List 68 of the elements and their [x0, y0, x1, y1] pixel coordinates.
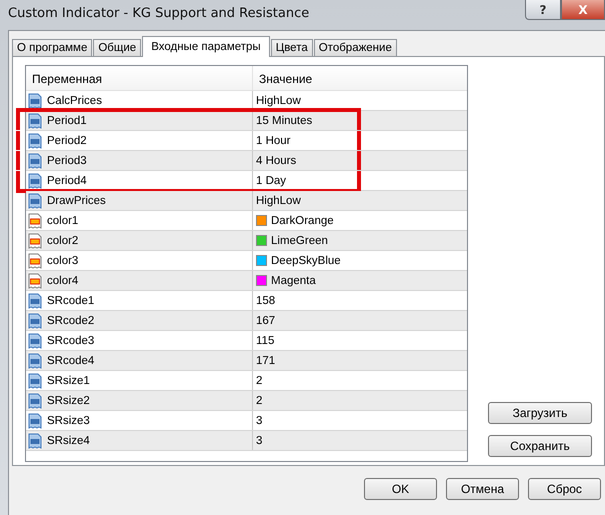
- parameter-value[interactable]: 4 Hours: [256, 154, 296, 166]
- parameter-value[interactable]: 115: [256, 334, 274, 346]
- number-parameter-icon: [28, 172, 42, 188]
- number-parameter-icon: [28, 332, 42, 348]
- side-button[interactable]: Сохранить: [488, 435, 592, 457]
- color-parameter-icon: [28, 252, 42, 268]
- parameter-name: Period1: [47, 114, 87, 126]
- tab[interactable]: Отображение: [314, 39, 397, 56]
- parameter-value[interactable]: 2: [256, 394, 262, 406]
- parameter-name: color2: [47, 234, 78, 246]
- dialog-button[interactable]: Сброс: [528, 478, 601, 500]
- parameter-value[interactable]: 167: [256, 314, 276, 326]
- number-parameter-icon: [28, 372, 42, 388]
- parameter-value[interactable]: DeepSkyBlue: [271, 254, 341, 266]
- parameter-name: SRsize4: [47, 434, 90, 446]
- number-parameter-icon: [28, 352, 42, 368]
- color-parameter-icon: [28, 272, 42, 288]
- parameter-name: Period4: [47, 174, 87, 186]
- number-parameter-icon: [28, 192, 42, 208]
- tab[interactable]: Входные параметры: [142, 36, 270, 57]
- parameter-name: DrawPrices: [47, 194, 106, 206]
- parameter-value[interactable]: 2: [256, 374, 262, 386]
- parameter-value[interactable]: 171: [256, 354, 276, 366]
- number-parameter-icon: [28, 92, 42, 108]
- parameter-name: SRsize2: [47, 394, 90, 406]
- dialog-button[interactable]: Отмена: [446, 478, 519, 500]
- parameter-value[interactable]: 3: [256, 434, 262, 446]
- parameter-name: SRcode1: [47, 294, 94, 306]
- number-parameter-icon: [28, 292, 42, 308]
- tab[interactable]: Цвета: [270, 39, 313, 56]
- help-button[interactable]: ?: [525, 0, 561, 20]
- parameter-name: CalcPrices: [47, 94, 102, 106]
- parameter-value[interactable]: LimeGreen: [271, 234, 328, 246]
- parameter-name: SRsize3: [47, 414, 90, 426]
- parameter-value[interactable]: HighLow: [256, 194, 301, 206]
- side-button[interactable]: Загрузить: [488, 402, 592, 424]
- parameter-value[interactable]: 158: [256, 294, 276, 306]
- parameter-name: SRsize1: [47, 374, 90, 386]
- number-parameter-icon: [28, 312, 42, 328]
- parameter-name: color4: [47, 274, 78, 286]
- parameter-value[interactable]: 3: [256, 414, 262, 426]
- parameter-name: color1: [47, 214, 78, 226]
- parameter-value[interactable]: Magenta: [271, 274, 316, 286]
- parameter-name: Period2: [47, 134, 87, 146]
- dialog-button[interactable]: OK: [364, 478, 437, 500]
- column-header[interactable]: Переменная: [26, 66, 253, 90]
- parameter-value[interactable]: 1 Day: [256, 174, 286, 186]
- parameter-name: SRcode4: [47, 354, 94, 366]
- parameter-name: SRcode2: [47, 314, 94, 326]
- parameter-name: Period3: [47, 154, 87, 166]
- parameter-name: SRcode3: [47, 334, 94, 346]
- number-parameter-icon: [28, 412, 42, 428]
- parameter-value[interactable]: HighLow: [256, 94, 301, 106]
- tab[interactable]: Общие: [93, 39, 142, 56]
- number-parameter-icon: [28, 392, 42, 408]
- color-parameter-icon: [28, 232, 42, 248]
- parameter-name: color3: [47, 254, 78, 266]
- parameter-value[interactable]: 15 Minutes: [256, 114, 312, 126]
- tab[interactable]: О программе: [12, 39, 92, 56]
- number-parameter-icon: [28, 132, 42, 148]
- number-parameter-icon: [28, 152, 42, 168]
- parameter-value[interactable]: 1 Hour: [256, 134, 291, 146]
- parameter-value[interactable]: DarkOrange: [271, 214, 334, 226]
- number-parameter-icon: [28, 112, 42, 128]
- color-parameter-icon: [28, 212, 42, 228]
- column-header[interactable]: Значение: [253, 66, 312, 90]
- window-title: Custom Indicator - KG Support and Resistance: [7, 5, 310, 21]
- number-parameter-icon: [28, 432, 42, 448]
